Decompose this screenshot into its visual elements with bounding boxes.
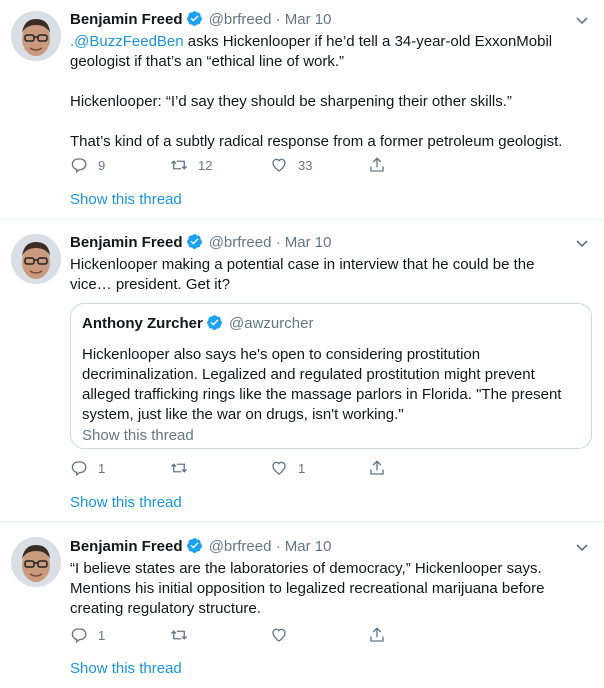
chevron-down-icon[interactable] — [574, 12, 590, 28]
verified-icon — [186, 10, 203, 33]
like-icon — [272, 461, 286, 475]
retweet-count: 12 — [198, 157, 213, 173]
share-button[interactable] — [368, 625, 386, 645]
avatar[interactable] — [11, 11, 61, 61]
avatar[interactable] — [11, 537, 61, 587]
chevron-down-icon[interactable] — [574, 235, 590, 251]
share-icon — [370, 460, 384, 475]
like-icon — [272, 158, 286, 172]
verified-icon — [186, 233, 203, 256]
like-button[interactable]: 1 — [270, 458, 305, 478]
tweet-date[interactable]: · Mar 10 — [276, 234, 332, 251]
avatar[interactable] — [11, 234, 61, 284]
action-bar: 1 1 — [70, 458, 400, 478]
retweet-button[interactable] — [170, 458, 198, 478]
reply-button[interactable]: 1 — [70, 625, 105, 645]
share-button[interactable] — [368, 458, 386, 478]
mention-link[interactable]: .@BuzzFeedBen — [70, 33, 184, 50]
action-bar: 1 — [70, 625, 400, 645]
author-handle[interactable]: @brfreed — [209, 11, 272, 28]
tweet-text-line: That’s kind of a subtly radical response… — [70, 133, 563, 150]
share-button[interactable] — [368, 155, 386, 175]
quoted-text: Hickenlooper also says he's open to cons… — [82, 346, 562, 423]
verified-icon — [186, 537, 203, 560]
reply-count: 1 — [98, 460, 106, 476]
retweet-icon — [171, 160, 187, 170]
reply-button[interactable]: 1 — [70, 458, 105, 478]
tweet-date[interactable]: · Mar 10 — [276, 11, 332, 28]
retweet-icon — [171, 630, 187, 640]
like-count: 1 — [298, 460, 306, 476]
tweet[interactable]: Benjamin Freed @brfreed · Mar 10 Hickenl… — [0, 221, 604, 522]
retweet-icon — [171, 463, 187, 473]
quoted-author-name: Anthony Zurcher — [82, 315, 203, 332]
like-count: 33 — [298, 157, 313, 173]
tweet-text: .@BuzzFeedBen asks Hickenlooper if he’d … — [70, 32, 590, 152]
author-name[interactable]: Benjamin Freed — [70, 538, 183, 555]
reply-icon — [71, 158, 87, 174]
show-thread-link[interactable]: Show this thread — [70, 191, 182, 208]
like-icon — [272, 628, 286, 642]
reply-count: 9 — [98, 157, 106, 173]
tweet-text-line: Hickenlooper: “I’d say they should be sh… — [70, 93, 512, 110]
author-handle[interactable]: @brfreed — [209, 538, 272, 555]
quoted-tweet[interactable]: Anthony Zurcher @awzurcher Hickenlooper … — [70, 303, 592, 449]
author-name[interactable]: Benjamin Freed — [70, 234, 183, 251]
reply-button[interactable]: 9 — [70, 155, 105, 175]
author-handle[interactable]: @brfreed — [209, 234, 272, 251]
like-button[interactable] — [270, 625, 298, 645]
show-thread-link[interactable]: Show this thread — [70, 660, 182, 677]
tweet-date[interactable]: · Mar 10 — [276, 538, 332, 555]
action-bar: 9 12 33 — [70, 155, 400, 175]
tweet[interactable]: Benjamin Freed @brfreed · Mar 10 “I beli… — [0, 523, 604, 688]
verified-icon — [206, 314, 223, 337]
tweet-text: “I believe states are the laboratories o… — [70, 560, 545, 617]
reply-icon — [71, 628, 87, 644]
reply-icon — [71, 461, 87, 477]
quoted-author-handle: @awzurcher — [229, 315, 314, 332]
like-button[interactable]: 33 — [270, 155, 312, 175]
share-icon — [370, 157, 384, 172]
show-thread-link[interactable]: Show this thread — [70, 494, 182, 511]
chevron-down-icon[interactable] — [574, 539, 590, 555]
reply-count: 1 — [98, 627, 106, 643]
retweet-button[interactable] — [170, 625, 198, 645]
quoted-show-thread[interactable]: Show this thread — [82, 427, 580, 444]
tweet[interactable]: Benjamin Freed @brfreed · Mar 10 .@BuzzF… — [0, 0, 604, 220]
retweet-button[interactable]: 12 — [170, 155, 212, 175]
author-name[interactable]: Benjamin Freed — [70, 11, 183, 28]
tweet-text: Hickenlooper making a potential case in … — [70, 256, 535, 293]
share-icon — [370, 627, 384, 642]
